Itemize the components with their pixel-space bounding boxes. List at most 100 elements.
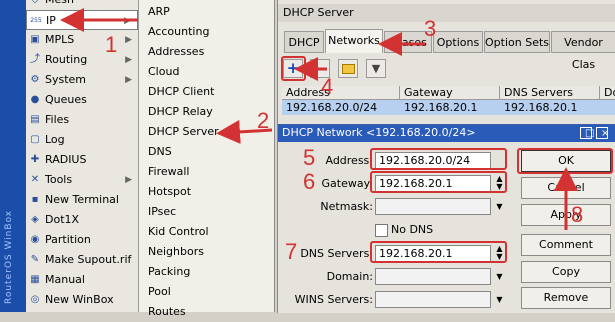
apply-button[interactable]: Apply: [521, 204, 611, 226]
column-gateway[interactable]: Gateway: [400, 86, 500, 100]
submenu-item-hotspot[interactable]: Hotspot: [148, 182, 191, 202]
wins-servers-field[interactable]: [375, 291, 491, 308]
chevron-right-icon: ▶: [125, 75, 132, 85]
annotation-4: 4: [321, 74, 334, 99]
menu-item-mesh[interactable]: ◇ Mesh: [26, 0, 138, 10]
submenu-item-packing[interactable]: Packing: [148, 262, 190, 282]
dhcp-network-title-bar[interactable]: DHCP Network <192.168.20.0/24> □ ×: [278, 125, 615, 142]
menu-item-label: MPLS: [45, 33, 75, 46]
menu-item-tools[interactable]: ✕ Tools ▶: [26, 170, 138, 190]
menu-item-label: New WinBox: [45, 293, 114, 306]
highlight-gateway: [370, 171, 507, 193]
chevron-down-icon: ▼: [496, 202, 503, 211]
no-dns-label: No DNS: [391, 223, 434, 236]
cancel-button[interactable]: Cancel: [521, 177, 611, 199]
submenu-item-dns[interactable]: DNS: [148, 142, 172, 162]
submenu-item-dhcp-relay[interactable]: DHCP Relay: [148, 102, 213, 122]
annotation-1: 1: [105, 32, 118, 57]
menu-item-log[interactable]: ▢ Log: [26, 130, 138, 150]
comment-button[interactable]: [338, 59, 358, 78]
menu-item-ip[interactable]: 255 IP ▶: [26, 10, 138, 30]
netmask-label: Netmask:: [320, 200, 373, 213]
close-button[interactable]: ×: [596, 127, 610, 139]
ip-icon: 255: [30, 17, 42, 24]
chevron-right-icon: ▶: [124, 16, 131, 26]
tab-option-sets[interactable]: Option Sets: [484, 31, 550, 53]
submenu-item-firewall[interactable]: Firewall: [148, 162, 189, 182]
column-address[interactable]: Address: [282, 86, 400, 100]
column-domain[interactable]: Do: [600, 86, 615, 100]
row-address: 192.168.20.0/24: [286, 101, 378, 114]
row-dns-servers: 192.168.20.1: [504, 101, 578, 114]
submenu-item-accounting[interactable]: Accounting: [148, 22, 209, 42]
menu-item-dot1x[interactable]: ◈ Dot1X: [26, 210, 138, 230]
highlight-dns-servers: [370, 241, 507, 263]
comment-icon: [341, 64, 355, 74]
submenu-item-arp[interactable]: ARP: [148, 2, 170, 22]
tab-networks[interactable]: Networks: [325, 29, 383, 53]
menu-item-make-supout-rif[interactable]: ✎ Make Supout.rif: [26, 250, 138, 270]
mesh-icon: ◇: [29, 0, 41, 6]
menu-item-queues[interactable]: ● Queues: [26, 90, 138, 110]
address-label: Address:: [325, 154, 373, 167]
radius-icon: ✚: [30, 154, 40, 165]
close-icon: ×: [601, 128, 610, 139]
netmask-field[interactable]: [375, 198, 491, 215]
submenu-item-pool[interactable]: Pool: [148, 282, 171, 302]
submenu-item-cloud[interactable]: Cloud: [148, 62, 179, 82]
menu-item-partition[interactable]: ◉ Partition: [26, 230, 138, 250]
filter-button[interactable]: ▼: [366, 59, 386, 78]
submenu-item-ipsec[interactable]: IPsec: [148, 202, 176, 222]
domain-field[interactable]: [375, 268, 491, 285]
annotation-7: 7: [285, 239, 298, 264]
menu-item-new-winbox[interactable]: ◎ New WinBox: [26, 290, 138, 310]
column-dns-servers[interactable]: DNS Servers: [500, 86, 600, 100]
side-strip-text: RouterOS WinBox: [4, 209, 14, 304]
menu-item-system[interactable]: ⚙ System ▶: [26, 70, 138, 90]
annotation-2: 2: [257, 108, 270, 133]
chevron-right-icon: ▶: [125, 35, 132, 45]
menu-item-routing[interactable]: ⤴ Routing ▶: [26, 50, 138, 70]
maximize-button[interactable]: □: [580, 127, 595, 139]
submenu-item-neighbors[interactable]: Neighbors: [148, 242, 204, 262]
menu-item-label: System: [45, 73, 87, 86]
comment-dialog-button[interactable]: Comment: [521, 234, 611, 256]
system-icon: ⚙: [30, 74, 40, 85]
remove-dialog-button[interactable]: Remove: [521, 287, 611, 309]
tab-dhcp[interactable]: DHCP: [284, 31, 324, 53]
maximize-icon: □: [585, 128, 595, 139]
tab-options[interactable]: Options: [433, 31, 483, 53]
submenu-item-routes[interactable]: Routes: [148, 302, 186, 322]
submenu-item-kid-control[interactable]: Kid Control: [148, 222, 209, 242]
submenu-item-dhcp-client[interactable]: DHCP Client: [148, 82, 214, 102]
menu-item-mpls[interactable]: ▣ MPLS ▶: [26, 30, 138, 50]
wins-servers-dropdown[interactable]: ▼: [494, 291, 505, 308]
copy-button[interactable]: Copy: [521, 261, 611, 283]
wins-servers-label: WINS Servers:: [294, 293, 373, 306]
submenu-item-dhcp-server[interactable]: DHCP Server: [148, 122, 219, 142]
menu-item-new-terminal[interactable]: ▪ New Terminal: [26, 190, 138, 210]
menu-item-files[interactable]: ▤ Files: [26, 110, 138, 130]
tools-icon: ✕: [30, 174, 40, 185]
menu-item-label: Routing: [45, 53, 88, 66]
highlight-address: [370, 148, 507, 170]
menu-item-label: Manual: [45, 273, 85, 286]
submenu-item-addresses[interactable]: Addresses: [148, 42, 204, 62]
domain-label: Domain:: [326, 270, 373, 283]
dhcp-server-window: DHCP Server DHCP Networks Leases Options…: [277, 0, 615, 124]
dhcp-server-title-bar[interactable]: DHCP Server: [278, 4, 615, 22]
winbox-side-strip: RouterOS WinBox: [0, 0, 26, 312]
dhcp-server-title: DHCP Server: [283, 6, 354, 19]
annotation-3: 3: [424, 16, 437, 41]
netmask-dropdown[interactable]: ▼: [494, 198, 505, 215]
tab-vendor-classes[interactable]: Vendor Clas: [551, 31, 615, 71]
menu-item-radius[interactable]: ✚ RADIUS: [26, 150, 138, 170]
menu-item-label: Files: [45, 113, 70, 126]
terminal-icon: ▪: [31, 194, 39, 205]
no-dns-checkbox[interactable]: [375, 224, 388, 237]
chevron-right-icon: ▶: [125, 175, 132, 185]
domain-dropdown[interactable]: ▼: [494, 268, 505, 285]
files-icon: ▤: [30, 114, 40, 125]
menu-item-manual[interactable]: ▦ Manual: [26, 270, 138, 290]
menu-item-label: Make Supout.rif: [45, 253, 132, 266]
